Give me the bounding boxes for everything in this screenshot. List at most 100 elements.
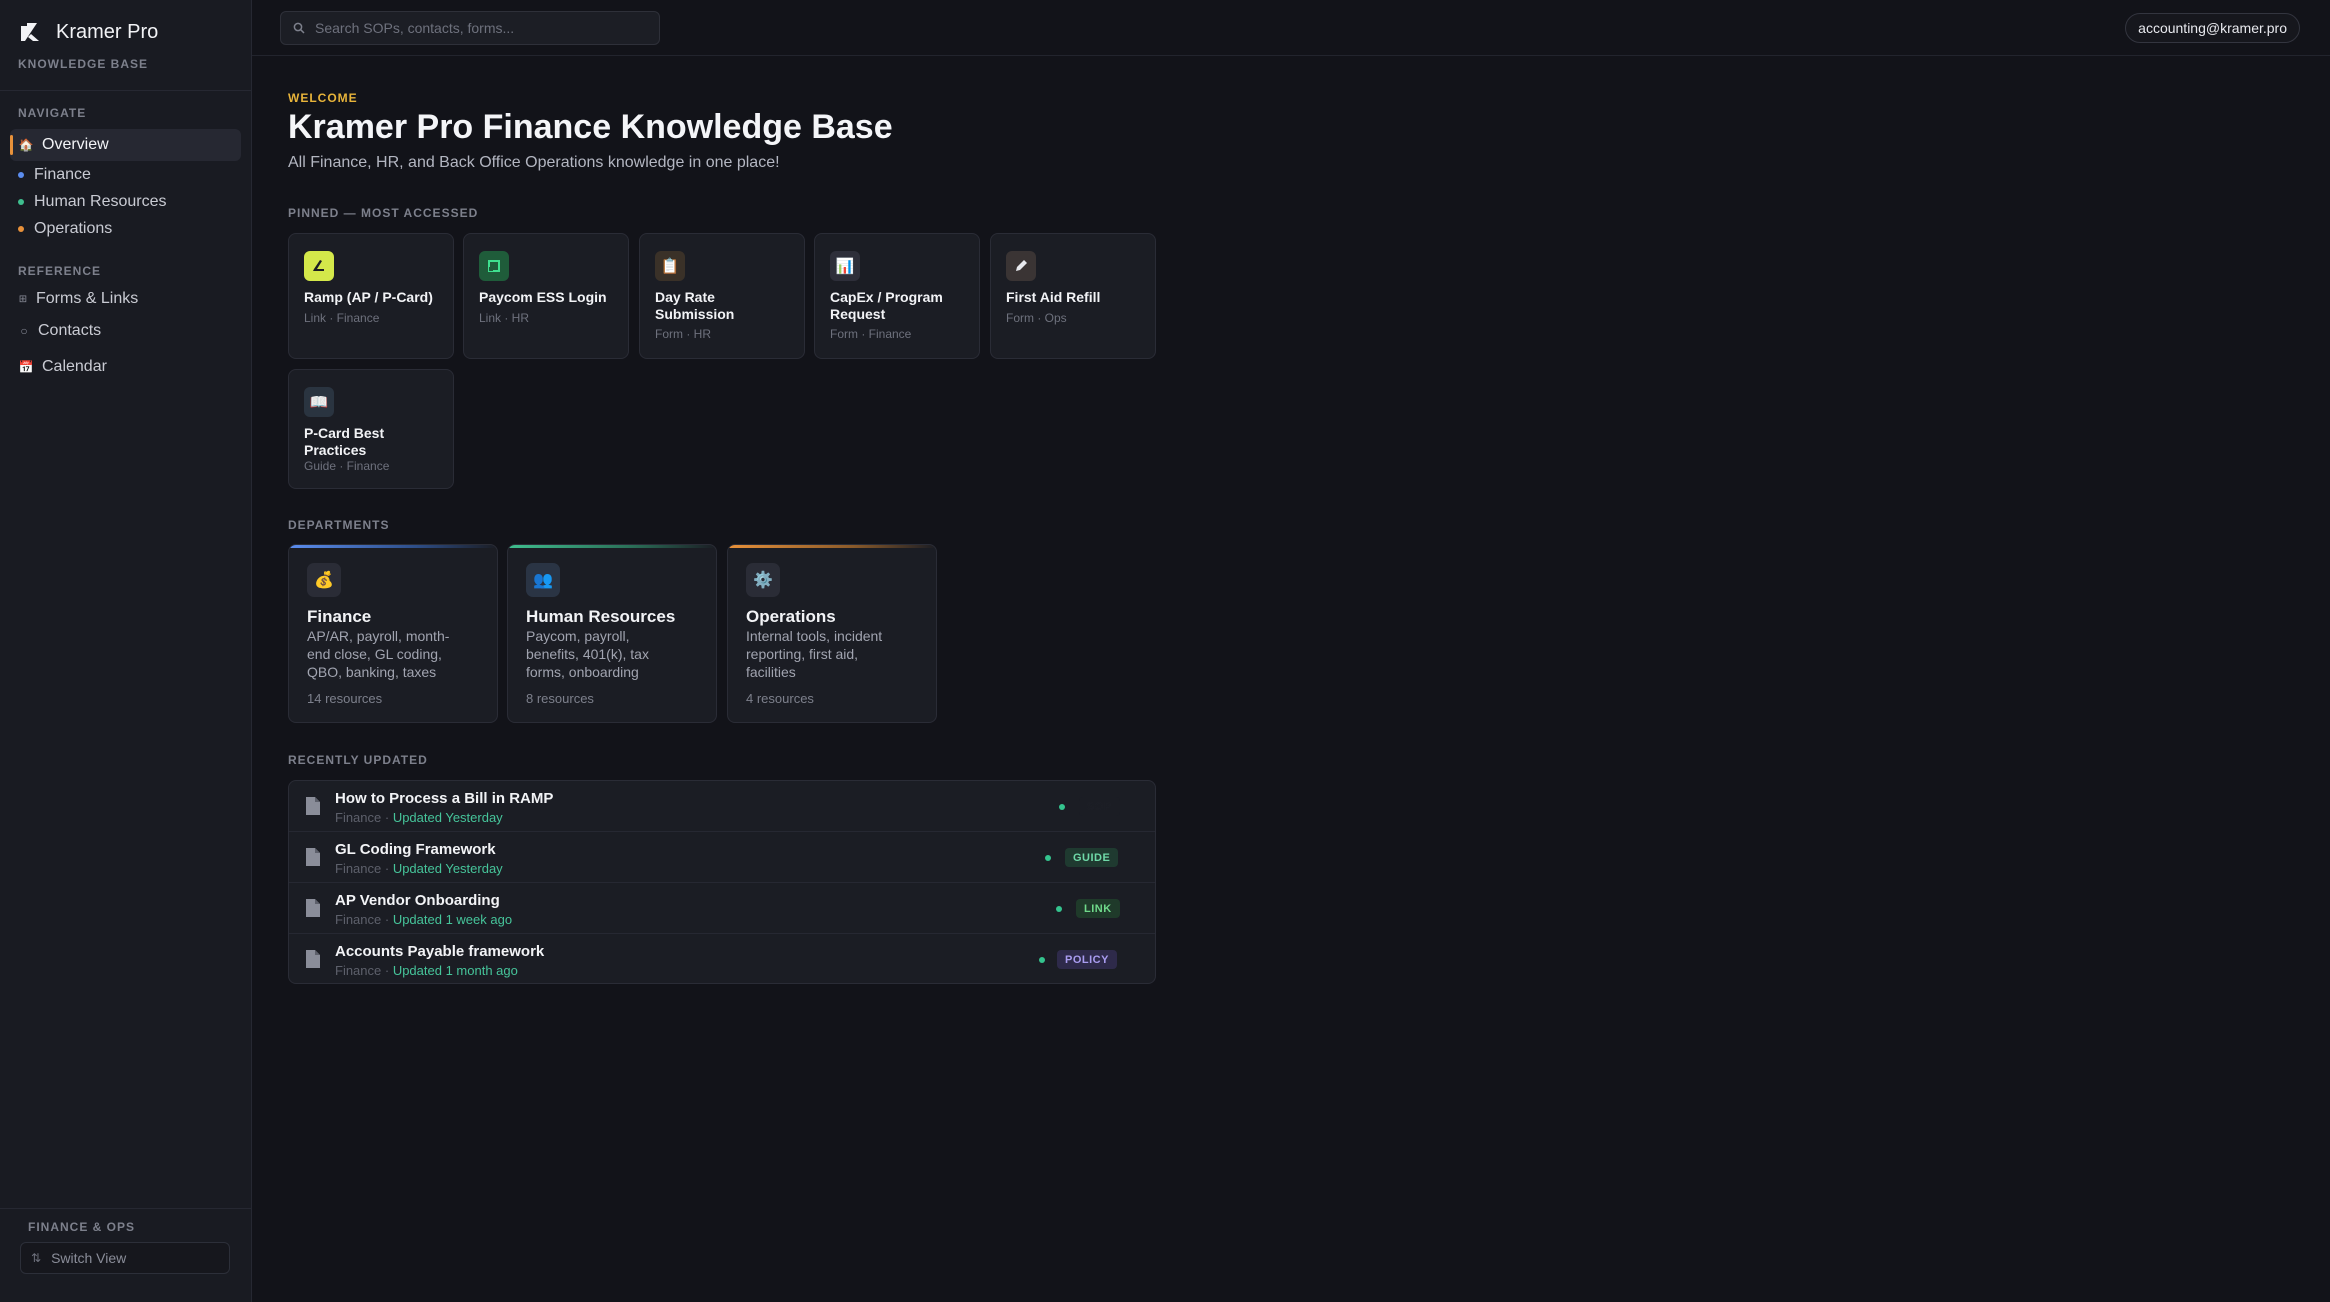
department-count: 8 resources: [526, 691, 594, 706]
department-description: AP/AR, payroll, month-end close, GL codi…: [307, 628, 450, 680]
search-box[interactable]: [280, 11, 660, 45]
pinned-card-meta: Link · Finance: [304, 311, 380, 325]
pinned-card-first-aid[interactable]: First Aid Refill Form · Ops: [990, 233, 1156, 359]
sidebar-item-calendar[interactable]: 📅 Calendar: [10, 351, 241, 383]
status-dot: [1039, 957, 1045, 963]
switch-view-label: Switch View: [51, 1250, 127, 1266]
pinned-card-title: Paycom ESS Login: [479, 289, 607, 305]
sidebar-item-label: Calendar: [42, 358, 107, 375]
recent-item-ap-vendor-onboarding[interactable]: AP Vendor Onboarding Finance · Updated 1…: [289, 883, 1155, 934]
department-title: Operations: [746, 607, 836, 626]
recent-item-title: AP Vendor Onboarding: [335, 892, 500, 909]
recent-item-ap-framework[interactable]: Accounts Payable framework Finance · Upd…: [289, 934, 1155, 983]
recent-section-label: RECENTLY UPDATED: [288, 753, 428, 767]
hr-dot-icon: [18, 199, 24, 205]
pinned-card-meta: Form · Ops: [1006, 311, 1067, 325]
type-badge: POLICY: [1057, 950, 1117, 969]
sidebar-item-label: Human Resources: [34, 193, 167, 210]
book-icon: 📖: [304, 387, 334, 417]
sidebar-divider: [0, 90, 252, 91]
welcome-eyebrow: WELCOME: [288, 91, 358, 105]
bar-chart-icon: 📊: [830, 251, 860, 281]
sidebar-footer-divider: [0, 1208, 252, 1209]
money-bag-icon: 💰: [307, 563, 341, 597]
top-bar: accounting@kramer.pro: [252, 0, 2330, 56]
recent-item-process-bill[interactable]: How to Process a Bill in RAMP Finance · …: [289, 781, 1155, 832]
pencil-icon: [1006, 251, 1036, 281]
operations-dot-icon: [18, 226, 24, 232]
ramp-icon: [304, 251, 334, 281]
dept-accent: [508, 545, 716, 548]
switch-view-button[interactable]: ⇅ Switch View: [20, 1242, 230, 1274]
search-icon: [293, 22, 305, 34]
reference-section-label: REFERENCE: [18, 264, 102, 278]
pinned-card-pcard-best-practices[interactable]: 📖 P-Card Best Practices Guide · Finance: [288, 369, 454, 489]
sidebar-item-overview[interactable]: 🏠 Overview: [10, 129, 241, 161]
department-title: Human Resources: [526, 607, 676, 626]
page-subtitle: All Finance, HR, and Back Office Operati…: [288, 154, 780, 171]
account-button[interactable]: accounting@kramer.pro: [2125, 13, 2300, 43]
sidebar-item-forms-links[interactable]: ⊞ Forms & Links: [10, 283, 241, 315]
pinned-card-title: CapEx / Program Request: [830, 289, 943, 322]
footer-section-label: FINANCE & OPS: [28, 1220, 136, 1234]
pinned-card-meta: Form · HR: [655, 327, 711, 341]
sidebar-item-contacts[interactable]: ○ Contacts: [10, 315, 241, 347]
pinned-card-day-rate[interactable]: 📋 Day Rate Submission Form · HR: [639, 233, 805, 359]
department-card-operations[interactable]: ⚙️ Operations Internal tools, incident r…: [727, 544, 937, 723]
recent-item-meta: Finance · Updated Yesterday: [335, 810, 503, 825]
pinned-card-meta: Link · HR: [479, 311, 530, 325]
navigate-section-label: NAVIGATE: [18, 106, 87, 120]
pinned-card-title: First Aid Refill: [1006, 289, 1101, 305]
type-badge: LINK: [1076, 899, 1120, 918]
departments-section-label: DEPARTMENTS: [288, 518, 390, 532]
kramer-logo-icon: [21, 23, 39, 41]
pinned-card-title: P-Card Best Practices: [304, 425, 385, 458]
recent-item-title: GL Coding Framework: [335, 841, 496, 858]
department-description: Paycom, payroll, benefits, 401(k), tax f…: [526, 628, 649, 680]
pinned-card-meta: Guide · Finance: [304, 459, 390, 473]
dept-accent: [728, 545, 936, 548]
gear-icon: ⚙️: [746, 563, 780, 597]
calendar-icon: 📅: [18, 360, 34, 374]
finance-dot-icon: [18, 172, 24, 178]
paycom-icon: [479, 251, 509, 281]
sidebar-item-operations[interactable]: Operations: [10, 213, 241, 245]
status-dot: [1045, 855, 1051, 861]
grid-icon: ⊞: [18, 293, 28, 305]
pinned-card-title: Day Rate Submission: [655, 289, 735, 322]
department-card-human-resources[interactable]: 👥 Human Resources Paycom, payroll, benef…: [507, 544, 717, 723]
home-icon: 🏠: [18, 138, 34, 152]
recent-item-meta: Finance · Updated 1 month ago: [335, 963, 518, 978]
document-icon: [306, 899, 320, 917]
brand-name: Kramer Pro: [56, 20, 159, 43]
contacts-icon: ○: [20, 324, 28, 338]
type-badge: GUIDE: [1065, 848, 1119, 867]
brand[interactable]: Kramer Pro: [18, 20, 158, 44]
pinned-card-paycom[interactable]: Paycom ESS Login Link · HR: [463, 233, 629, 359]
brand-subtitle: KNOWLEDGE BASE: [18, 57, 149, 71]
type-badge: SOP: [1079, 797, 1120, 816]
department-count: 4 resources: [746, 691, 814, 706]
department-description: Internal tools, incident reporting, firs…: [746, 628, 883, 680]
pinned-section-label: PINNED — MOST ACCESSED: [288, 206, 479, 220]
recent-item-title: How to Process a Bill in RAMP: [335, 790, 554, 807]
document-icon: [306, 950, 320, 968]
department-card-finance[interactable]: 💰 Finance AP/AR, payroll, month-end clos…: [288, 544, 498, 723]
pinned-card-title: Ramp (AP / P-Card): [304, 289, 433, 305]
page-title: Kramer Pro Finance Knowledge Base: [288, 108, 893, 146]
recent-item-meta: Finance · Updated Yesterday: [335, 861, 503, 876]
pinned-card-meta: Form · Finance: [830, 327, 912, 341]
recent-item-gl-coding[interactable]: GL Coding Framework Finance · Updated Ye…: [289, 832, 1155, 883]
sidebar-item-label: Overview: [42, 136, 109, 153]
pinned-card-ramp[interactable]: Ramp (AP / P-Card) Link · Finance: [288, 233, 454, 359]
swap-icon: ⇅: [31, 1251, 42, 1265]
document-icon: [306, 848, 320, 866]
sidebar-item-label: Finance: [34, 166, 91, 183]
department-count: 14 resources: [307, 691, 383, 706]
sidebar-item-label: Operations: [34, 220, 113, 237]
sidebar: Kramer Pro KNOWLEDGE BASE NAVIGATE 🏠 Ove…: [0, 0, 252, 1302]
pinned-card-capex[interactable]: 📊 CapEx / Program Request Form · Finance: [814, 233, 980, 359]
recent-item-title: Accounts Payable framework: [335, 943, 545, 960]
search-input[interactable]: [315, 20, 645, 36]
status-dot: [1059, 804, 1065, 810]
